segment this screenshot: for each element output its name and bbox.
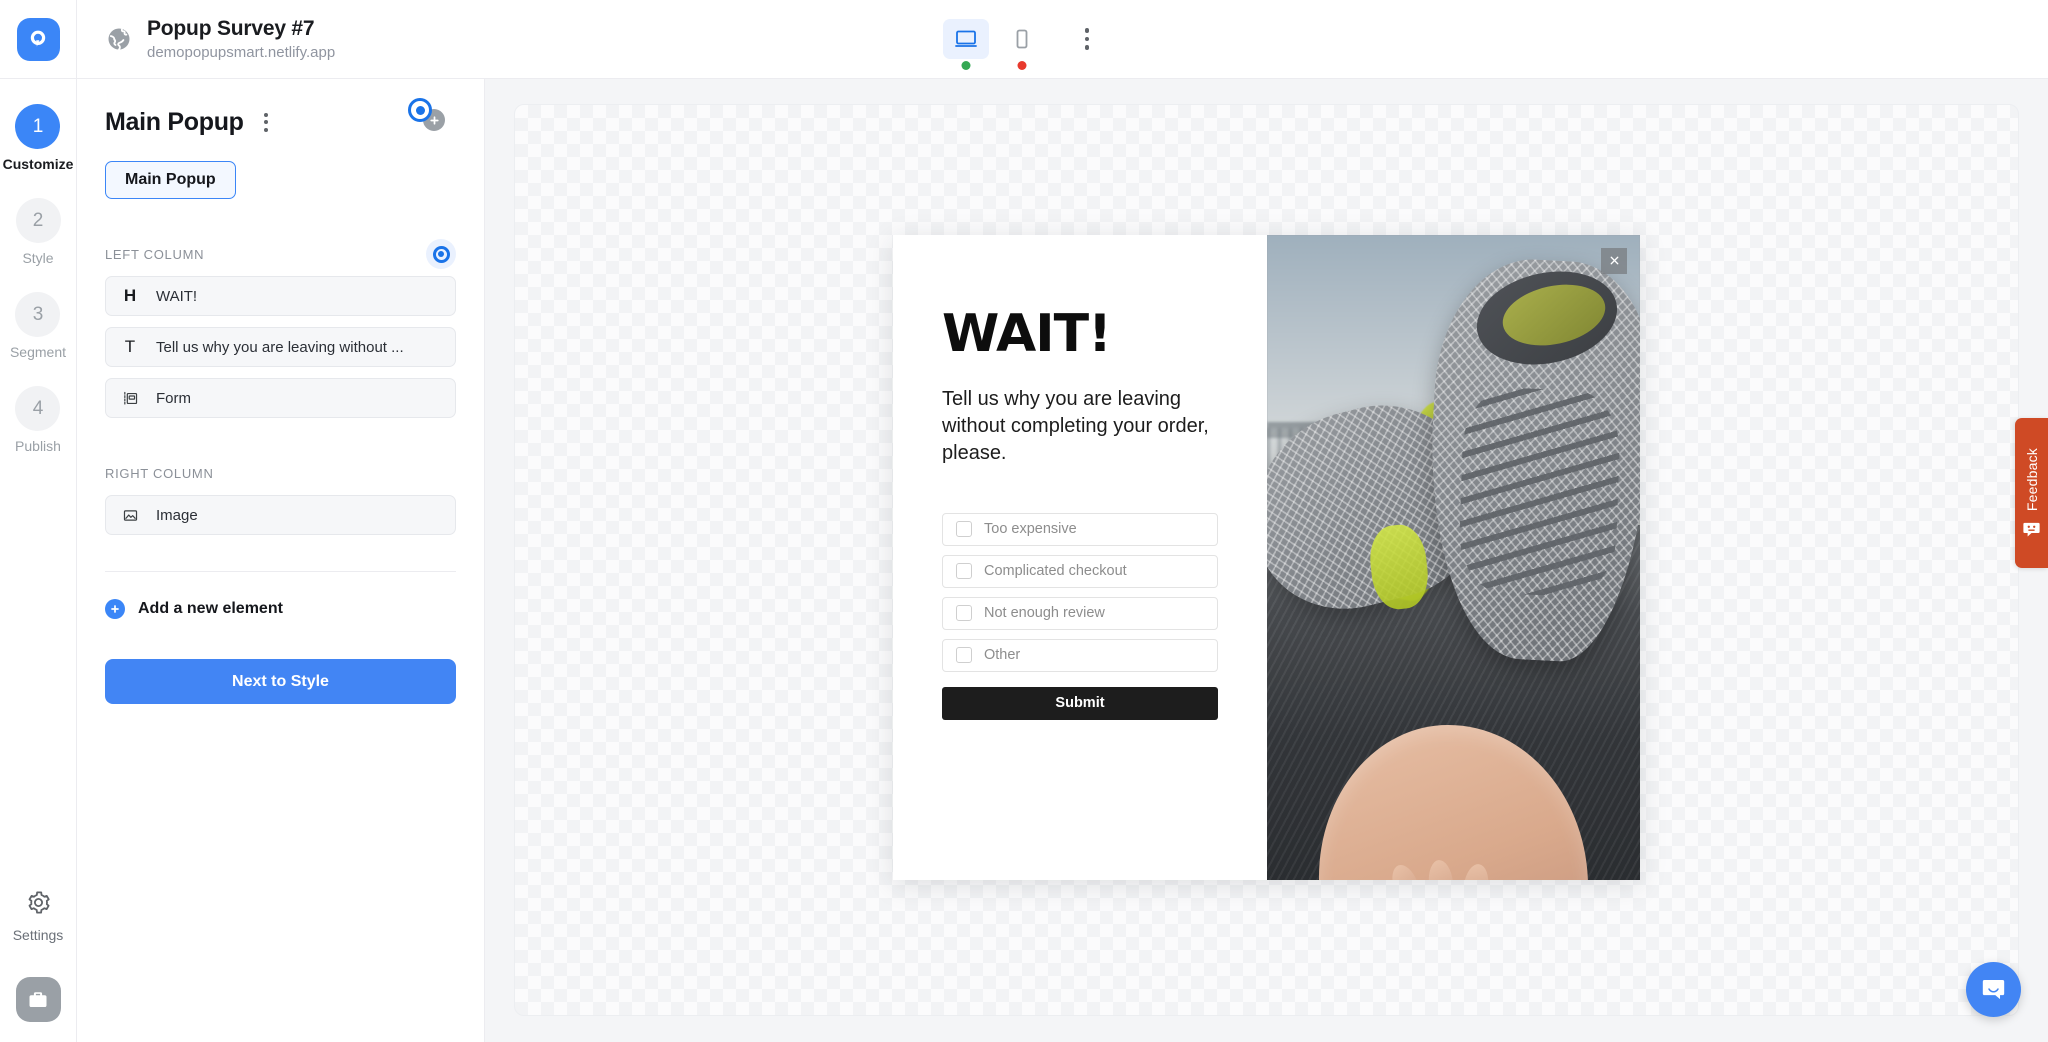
add-new-element-label: Add a new element xyxy=(138,600,283,617)
site-block: Popup Survey #7 demopopupsmart.netlify.a… xyxy=(77,17,335,61)
list-item[interactable]: H WAIT! xyxy=(105,276,456,316)
feedback-tab[interactable]: Feedback xyxy=(2015,418,2048,568)
settings-label: Settings xyxy=(12,927,64,943)
section-label-right-column: RIGHT COLUMN xyxy=(105,465,214,481)
step-rail: 1 Customize 2 Style 3 Segment 4 Publish xyxy=(0,79,77,1042)
site-text: Popup Survey #7 demopopupsmart.netlify.a… xyxy=(147,17,335,61)
list-item-label: WAIT! xyxy=(156,287,198,305)
checkbox-icon[interactable] xyxy=(956,521,972,538)
list-item[interactable]: Image xyxy=(105,495,456,535)
preview-canvas: WAIT! Tell us why you are leaving withou… xyxy=(514,104,2019,1016)
form-icon xyxy=(120,390,140,407)
body-row: 1 Customize 2 Style 3 Segment 4 Publish xyxy=(0,79,2048,1042)
step-label-publish: Publish xyxy=(15,438,61,454)
step-number-2: 2 xyxy=(15,198,61,243)
top-bar: Popup Survey #7 demopopupsmart.netlify.a… xyxy=(0,0,2048,79)
popup-left-column: WAIT! Tell us why you are leaving withou… xyxy=(893,234,1267,880)
list-item-label: Tell us why you are leaving without ... xyxy=(156,338,404,356)
step-number-4: 4 xyxy=(15,386,61,431)
right-column-element-list: Image xyxy=(105,495,456,535)
heading-icon: H xyxy=(123,286,137,305)
page-title: Popup Survey #7 xyxy=(147,17,315,40)
popup-preview: WAIT! Tell us why you are leaving withou… xyxy=(893,234,1640,880)
section-label-left-column: LEFT COLUMN xyxy=(105,246,205,262)
option-label: Not enough review xyxy=(984,605,1105,622)
left-column-element-list: H WAIT! T Tell us why you are leaving wi… xyxy=(105,276,456,418)
sidebar-item-publish[interactable]: 4 Publish xyxy=(15,386,61,454)
customize-panel: Main Popup Main Popup LEFT COLUMN H WAIT… xyxy=(77,79,485,1042)
popupsmart-logo-icon[interactable] xyxy=(16,17,60,61)
option-label: Other xyxy=(984,647,1021,664)
feedback-label: Feedback xyxy=(2023,448,2040,512)
checkbox-icon[interactable] xyxy=(956,647,972,664)
sidebar-item-settings[interactable]: Settings xyxy=(12,889,64,943)
panel-divider xyxy=(105,571,456,572)
checkbox-icon[interactable] xyxy=(956,563,972,580)
chat-bubble-icon[interactable] xyxy=(1966,962,2021,1017)
mobile-status-dot xyxy=(1017,61,1027,70)
section-header-right-column: RIGHT COLUMN xyxy=(105,462,456,484)
next-to-style-button[interactable]: Next to Style xyxy=(105,659,456,704)
sneaker-photo xyxy=(1267,234,1640,880)
panel-header-icons xyxy=(408,98,462,138)
section-header-left-column: LEFT COLUMN xyxy=(105,239,456,269)
rail-bottom: Settings xyxy=(0,889,76,1022)
sidebar-item-segment[interactable]: 3 Segment xyxy=(10,292,66,360)
list-item-label: Image xyxy=(156,506,198,524)
list-item[interactable]: Form xyxy=(105,378,456,418)
step-number-3: 3 xyxy=(15,292,61,337)
gear-icon xyxy=(25,889,52,921)
toolbox-icon[interactable] xyxy=(15,977,61,1022)
globe-icon xyxy=(105,25,133,53)
popup-paragraph: Tell us why you are leaving without comp… xyxy=(942,387,1209,465)
popup-heading: WAIT! xyxy=(942,303,1112,364)
step-number-1: 1 xyxy=(15,104,61,149)
step-label-customize: Customize xyxy=(2,156,74,172)
desktop-view-button[interactable] xyxy=(943,19,989,70)
panel-header: Main Popup xyxy=(105,98,456,143)
option-not-enough-review[interactable]: Not enough review xyxy=(942,596,1218,630)
sidebar-item-customize[interactable]: 1 Customize xyxy=(2,104,74,172)
photo-shoe-laces xyxy=(1457,386,1622,599)
text-icon: T xyxy=(124,337,136,356)
kebab-menu-icon[interactable] xyxy=(1069,19,1105,59)
close-icon[interactable] xyxy=(1601,247,1627,274)
panel-kebab-menu-icon[interactable] xyxy=(258,109,274,136)
checkbox-icon[interactable] xyxy=(956,605,972,622)
brand-cell xyxy=(0,0,77,79)
submit-button[interactable]: Submit xyxy=(942,686,1218,720)
popup-form: Too expensive Complicated checkout Not e… xyxy=(942,512,1218,720)
panel-title: Main Popup xyxy=(105,107,244,136)
option-complicated-checkout[interactable]: Complicated checkout xyxy=(942,554,1218,588)
mobile-view-button[interactable] xyxy=(999,19,1045,70)
app-root: Popup Survey #7 demopopupsmart.netlify.a… xyxy=(0,0,2048,1042)
add-new-element-button[interactable]: Add a new element xyxy=(105,599,456,619)
smiley-chat-icon xyxy=(2022,521,2041,538)
tab-main-popup[interactable]: Main Popup xyxy=(105,161,236,199)
workspace: WAIT! Tell us why you are leaving withou… xyxy=(485,79,2048,1042)
step-label-style: Style xyxy=(22,250,54,266)
device-switch xyxy=(943,19,1105,70)
popup-right-column xyxy=(1267,234,1640,880)
site-url: demopopupsmart.netlify.app xyxy=(147,44,336,61)
left-column-target-icon[interactable] xyxy=(426,239,456,269)
desktop-status-dot xyxy=(961,61,971,70)
step-label-segment: Segment xyxy=(9,344,67,360)
list-item[interactable]: T Tell us why you are leaving without ..… xyxy=(105,327,456,367)
option-too-expensive[interactable]: Too expensive xyxy=(942,512,1218,546)
option-label: Complicated checkout xyxy=(984,563,1127,580)
option-other[interactable]: Other xyxy=(942,638,1218,672)
option-label: Too expensive xyxy=(984,521,1077,538)
target-icon[interactable] xyxy=(408,98,432,122)
image-icon xyxy=(120,507,140,524)
plus-circle-icon xyxy=(105,599,125,619)
sidebar-item-style[interactable]: 2 Style xyxy=(15,198,61,266)
list-item-label: Form xyxy=(156,389,191,407)
